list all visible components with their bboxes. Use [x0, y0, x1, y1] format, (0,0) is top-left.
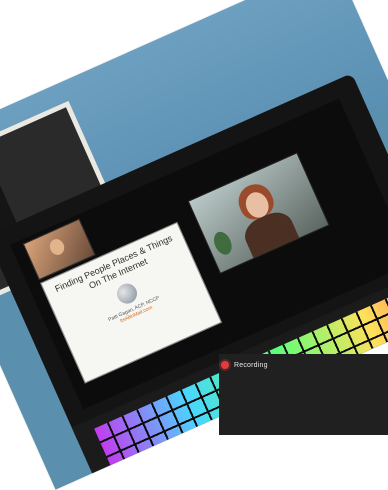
participant-face — [47, 236, 67, 258]
recording-indicator: Recording — [219, 358, 268, 372]
plant — [210, 229, 236, 258]
recording-dot-icon — [221, 361, 229, 369]
globe-icon — [113, 280, 141, 307]
recording-overlay: Recording — [219, 354, 388, 435]
recording-label: Recording — [234, 361, 268, 369]
